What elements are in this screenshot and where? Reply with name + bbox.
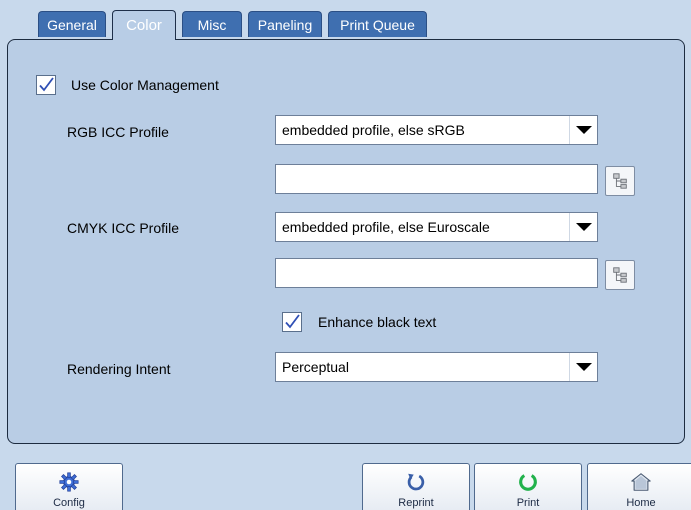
- rgb-profile-value: embedded profile, else sRGB: [282, 122, 465, 138]
- chevron-down-icon[interactable]: [569, 116, 597, 144]
- cmyk-profile-value: embedded profile, else Euroscale: [282, 219, 490, 235]
- cmyk-profile-browse-button[interactable]: [605, 260, 635, 290]
- print-label: Print: [516, 497, 540, 509]
- reprint-button[interactable]: Reprint: [362, 463, 470, 510]
- home-icon: [631, 473, 651, 491]
- chevron-down-icon[interactable]: [569, 213, 597, 241]
- enhance-black-text-checkbox[interactable]: [282, 312, 302, 332]
- print-icon: [519, 474, 537, 491]
- home-button[interactable]: Home: [587, 463, 691, 510]
- gear-icon: [59, 472, 79, 492]
- tab-color[interactable]: Color: [112, 10, 176, 40]
- tab-general[interactable]: General: [38, 11, 106, 37]
- use-color-management-checkbox[interactable]: [36, 75, 56, 95]
- checkmark-icon: [39, 77, 54, 92]
- home-label: Home: [626, 497, 656, 509]
- cmyk-profile-path-input[interactable]: [275, 258, 598, 288]
- use-color-management-label: Use Color Management: [71, 77, 219, 93]
- checkmark-icon: [285, 314, 300, 329]
- cmyk-profile-select[interactable]: embedded profile, else Euroscale: [275, 212, 598, 242]
- refresh-icon: [407, 473, 425, 491]
- rgb-profile-browse-button[interactable]: [605, 166, 635, 196]
- chevron-down-icon[interactable]: [569, 353, 597, 381]
- print-button[interactable]: Print: [474, 463, 582, 510]
- config-label: Config: [53, 497, 85, 509]
- rgb-profile-select[interactable]: embedded profile, else sRGB: [275, 115, 598, 145]
- config-button[interactable]: Config: [15, 463, 123, 510]
- tab-paneling[interactable]: Paneling: [248, 11, 322, 37]
- rendering-intent-value: Perceptual: [282, 359, 349, 375]
- rendering-intent-select[interactable]: Perceptual: [275, 352, 598, 382]
- reprint-label: Reprint: [398, 497, 434, 509]
- rgb-profile-path-input[interactable]: [275, 164, 598, 194]
- folder-tree-icon: [613, 267, 627, 283]
- tab-print-queue[interactable]: Print Queue: [328, 11, 427, 37]
- tab-misc[interactable]: Misc: [182, 11, 242, 37]
- rgb-profile-label: RGB ICC Profile: [67, 124, 169, 140]
- rendering-intent-label: Rendering Intent: [67, 361, 171, 377]
- cmyk-profile-label: CMYK ICC Profile: [67, 220, 180, 236]
- enhance-black-text-label: Enhance black text: [318, 314, 437, 330]
- folder-tree-icon: [613, 173, 627, 189]
